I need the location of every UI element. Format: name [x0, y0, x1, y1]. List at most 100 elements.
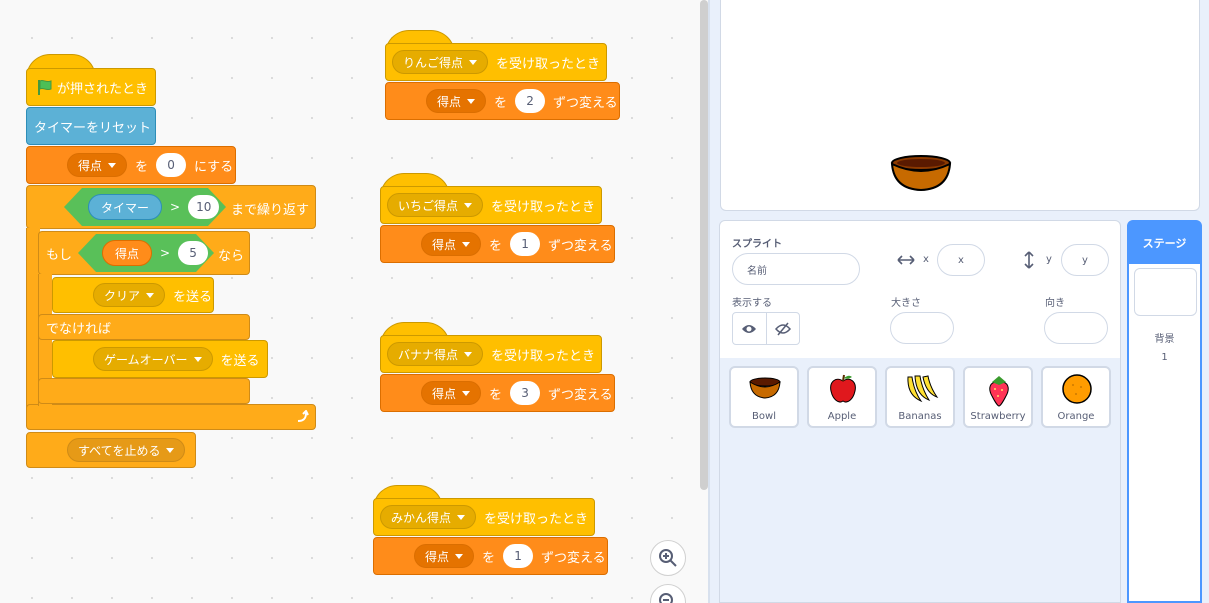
- hide-button[interactable]: [767, 313, 800, 344]
- zoom-out-button[interactable]: [650, 584, 686, 603]
- size-field[interactable]: [890, 312, 954, 344]
- x-label: x: [923, 254, 929, 265]
- sprite-name-field[interactable]: 名前: [732, 253, 860, 285]
- receive-suffix: を受け取ったとき: [496, 56, 601, 72]
- change-word: ずつ変える: [548, 387, 613, 403]
- chevron-down-icon: [166, 447, 175, 453]
- message-dropdown-clear[interactable]: クリア: [93, 283, 166, 307]
- stage-selector[interactable]: ステージ 背景 1: [1127, 220, 1202, 603]
- change-amount-input[interactable]: 1: [503, 544, 534, 568]
- when-receive-block-apple[interactable]: りんご得点 を受け取ったとき: [385, 43, 607, 81]
- stop-all-block[interactable]: すべてを止める: [26, 432, 196, 468]
- change-score-block-apple[interactable]: 得点 を 2 ずつ変える: [385, 82, 620, 120]
- chevron-down-icon: [462, 241, 471, 247]
- receive-dropdown-apple[interactable]: りんご得点: [392, 50, 489, 74]
- receive-dropdown-orange[interactable]: みかん得点: [380, 505, 477, 529]
- when-receive-block-orange[interactable]: みかん得点 を受け取ったとき: [373, 498, 595, 536]
- backdrops-count: 1: [1161, 352, 1168, 363]
- eye-slash-icon: [774, 322, 791, 335]
- code-workspace[interactable]: が押されたとき タイマーをリセット 得点 を 0 にする タイマー > 10 ま…: [0, 0, 710, 603]
- receive-dropdown-strawberry[interactable]: いちご得点: [387, 193, 484, 217]
- sprite-label: スプライト: [732, 239, 782, 250]
- if-greater-than-operator[interactable]: 得点 > 5: [78, 234, 214, 272]
- change-amount-input[interactable]: 1: [510, 232, 541, 256]
- x-position-field[interactable]: x: [937, 244, 985, 276]
- variable-dropdown[interactable]: 得点: [414, 544, 475, 568]
- stop-dropdown[interactable]: すべてを止める: [67, 438, 186, 462]
- greater-than-operator[interactable]: タイマー > 10: [64, 188, 226, 226]
- change-score-block-orange[interactable]: 得点 を 1 ずつ変える: [373, 537, 608, 575]
- receive-suffix: を受け取ったとき: [484, 511, 589, 527]
- change-word-wo: を: [494, 95, 508, 111]
- sprite-tile-bowl[interactable]: Bowl: [729, 366, 799, 428]
- show-button[interactable]: [733, 313, 767, 344]
- broadcast-clear-suffix: を送る: [173, 289, 213, 305]
- sprite-name-strawberry: Strawberry: [970, 411, 1026, 422]
- sprite-name-orange: Orange: [1057, 411, 1095, 422]
- zoom-in-icon: [659, 549, 677, 567]
- bowl-sprite[interactable]: [890, 155, 954, 195]
- y-position-field[interactable]: y: [1061, 244, 1109, 276]
- if-else-bottom: [38, 378, 250, 404]
- change-word-wo: を: [489, 387, 503, 403]
- change-amount-input[interactable]: 3: [510, 381, 541, 405]
- workspace-scrollbar[interactable]: [700, 0, 708, 490]
- chevron-down-icon: [464, 202, 473, 208]
- if-value-input[interactable]: 5: [178, 241, 208, 265]
- timer-reporter[interactable]: タイマー: [88, 194, 162, 220]
- sprite-tile-strawberry[interactable]: Strawberry: [963, 366, 1033, 428]
- zoom-in-button[interactable]: [650, 540, 686, 576]
- direction-field[interactable]: [1044, 312, 1108, 344]
- receive-suffix: を受け取ったとき: [491, 348, 596, 364]
- chevron-down-icon: [462, 390, 471, 396]
- chevron-down-icon: [108, 162, 117, 168]
- strawberry-icon: [989, 376, 1009, 407]
- change-score-block-strawberry[interactable]: 得点 を 1 ずつ変える: [380, 225, 615, 263]
- receive-dropdown-banana[interactable]: バナナ得点: [387, 342, 484, 366]
- broadcast-gameover-block[interactable]: ゲームオーバー を送る: [52, 340, 268, 378]
- if-greater-than-symbol: >: [160, 246, 171, 260]
- y-label: y: [1046, 254, 1052, 265]
- size-label: 大きさ: [891, 298, 921, 309]
- sprite-name-apple: Apple: [827, 411, 857, 422]
- bananas-icon: [907, 375, 939, 403]
- set-word-wo: を: [135, 159, 149, 175]
- sprite-name-bowl: Bowl: [752, 411, 776, 422]
- sprite-name-placeholder: 名前: [747, 265, 767, 277]
- direction-label: 向き: [1045, 298, 1065, 309]
- when-receive-block-strawberry[interactable]: いちご得点 を受け取ったとき: [380, 186, 602, 224]
- set-value-input[interactable]: 0: [156, 153, 187, 177]
- message-dropdown-gameover[interactable]: ゲームオーバー: [93, 347, 213, 371]
- variable-dropdown[interactable]: 得点: [67, 153, 128, 177]
- change-amount-input[interactable]: 2: [515, 89, 546, 113]
- if-word: もし: [46, 247, 73, 263]
- zoom-out-icon: [659, 593, 673, 603]
- apple-icon: [830, 374, 856, 403]
- repeat-value-input[interactable]: 10: [188, 195, 219, 219]
- variable-dropdown[interactable]: 得点: [421, 232, 482, 256]
- repeat-bottom: [26, 404, 316, 430]
- eye-icon: [742, 324, 757, 333]
- pane-divider: [708, 0, 710, 603]
- set-variable-block[interactable]: 得点 を 0 にする: [26, 146, 236, 184]
- variable-dropdown[interactable]: 得点: [421, 381, 482, 405]
- sprite-list: Bowl Apple Bananas Strawberry Orange: [719, 358, 1121, 603]
- when-flag-clicked-block[interactable]: が押されたとき: [26, 68, 156, 106]
- chevron-down-icon: [457, 514, 466, 520]
- sprite-tile-bananas[interactable]: Bananas: [885, 366, 955, 428]
- show-label: 表示する: [732, 298, 772, 309]
- variable-dropdown[interactable]: 得点: [426, 89, 487, 113]
- stage-canvas[interactable]: [720, 0, 1200, 211]
- when-receive-block-banana[interactable]: バナナ得点 を受け取ったとき: [380, 335, 602, 373]
- change-word-wo: を: [489, 238, 503, 254]
- change-score-block-banana[interactable]: 得点 を 3 ずつ変える: [380, 374, 615, 412]
- reset-timer-label: タイマーをリセット: [34, 120, 152, 136]
- sprite-tile-apple[interactable]: Apple: [807, 366, 877, 428]
- chevron-down-icon: [146, 292, 155, 298]
- score-reporter[interactable]: 得点: [102, 240, 152, 266]
- loop-arrow-icon: [297, 410, 309, 422]
- stage-thumbnail[interactable]: [1134, 268, 1197, 316]
- reset-timer-block[interactable]: タイマーをリセット: [26, 107, 156, 145]
- sprite-tile-orange[interactable]: Orange: [1041, 366, 1111, 428]
- broadcast-clear-block[interactable]: クリア を送る: [52, 277, 214, 313]
